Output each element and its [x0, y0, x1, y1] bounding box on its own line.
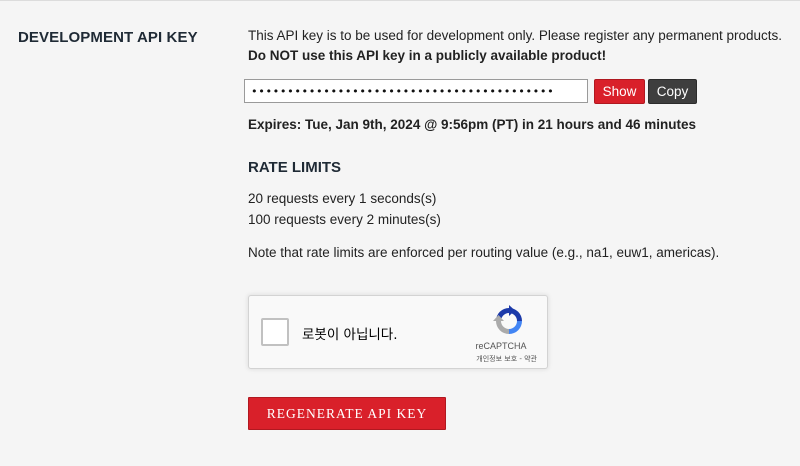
show-key-button[interactable]: Show — [594, 79, 645, 104]
intro-line: This API key is to be used for developme… — [248, 28, 783, 43]
recaptcha-label: 로봇이 아닙니다. — [302, 327, 398, 343]
rate-limit-line: 20 requests every 1 seconds(s) — [248, 191, 437, 206]
expiration-text: Expires: Tue, Jan 9th, 2024 @ 9:56pm (PT… — [248, 117, 697, 132]
regenerate-key-button[interactable]: REGENERATE API KEY — [248, 397, 446, 430]
api-key-field[interactable] — [244, 79, 588, 103]
recaptcha-brand: reCAPTCHA — [475, 341, 527, 351]
intro-text: This API key is to be used for developme… — [248, 26, 788, 66]
section-title: DEVELOPMENT API KEY — [18, 29, 198, 46]
top-divider — [0, 0, 800, 1]
rate-limits-title: RATE LIMITS — [248, 159, 342, 176]
rate-limit-note: Note that rate limits are enforced per r… — [248, 245, 720, 260]
recaptcha-widget: 로봇이 아닙니다. reCAPTCHA 개인정보 보호 - 약관 — [248, 295, 548, 369]
intro-warning: Do NOT use this API key in a publicly av… — [248, 48, 607, 63]
recaptcha-links[interactable]: 개인정보 보호 - 약관 — [476, 354, 537, 364]
rate-limit-line: 100 requests every 2 minutes(s) — [248, 212, 441, 227]
recaptcha-logo-icon — [493, 305, 522, 334]
recaptcha-checkbox[interactable] — [261, 318, 289, 346]
copy-key-button[interactable]: Copy — [648, 79, 697, 104]
